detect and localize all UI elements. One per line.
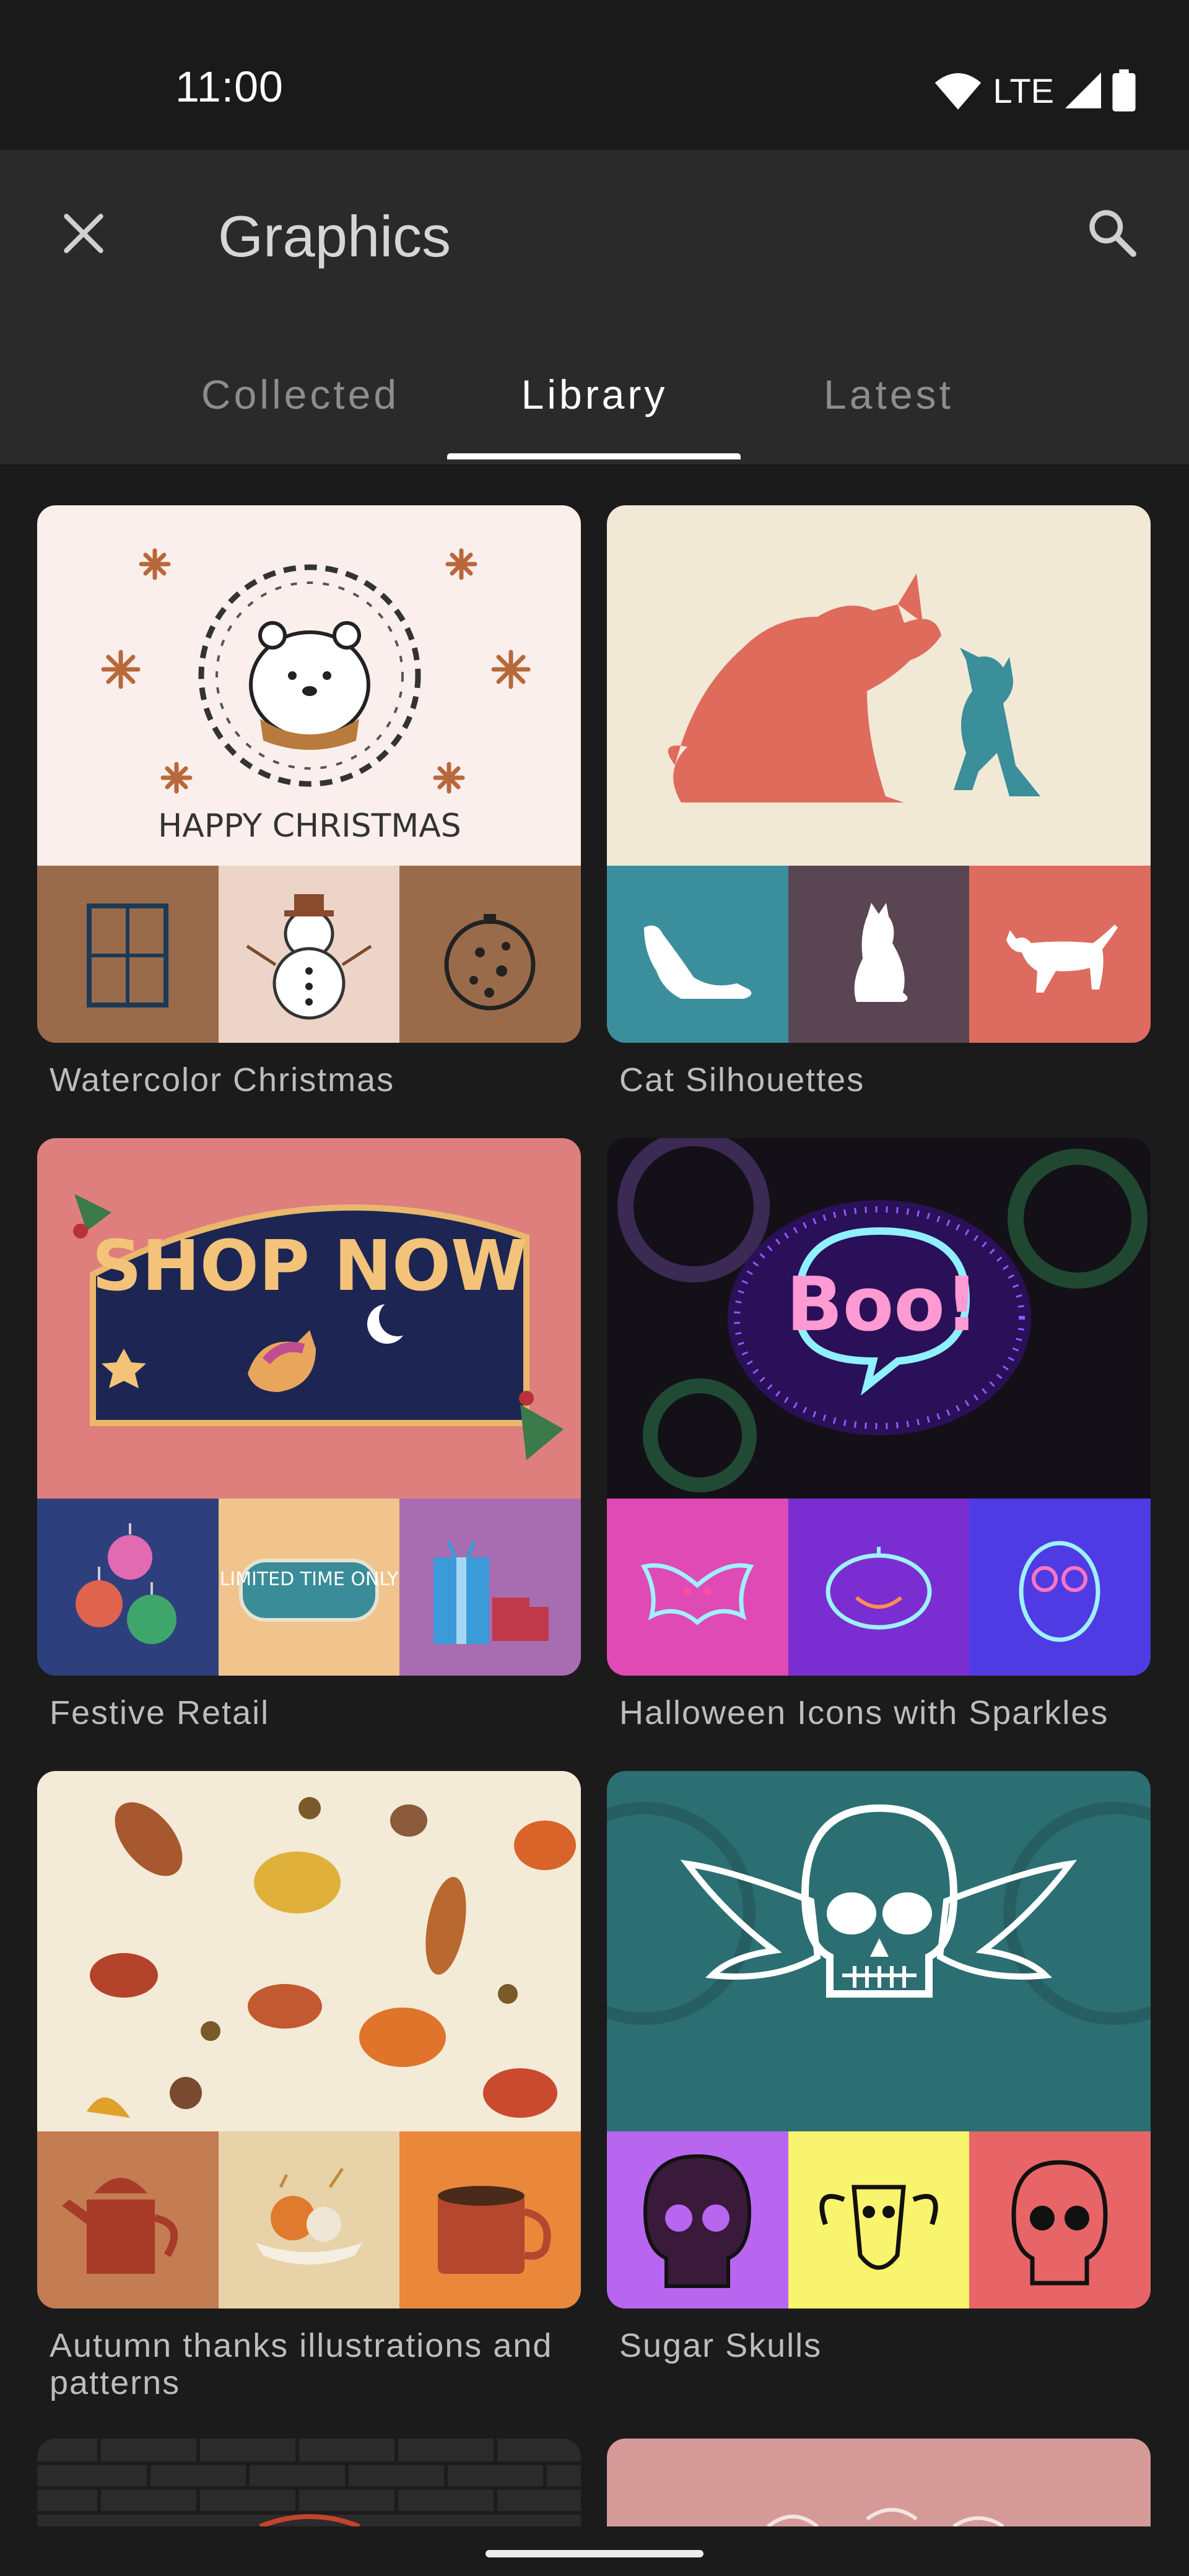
tab-latest[interactable]: Latest <box>740 354 1037 464</box>
thumbnail-strip <box>607 2131 1151 2308</box>
thumbnail-strip <box>37 866 581 1043</box>
tab-library[interactable]: Library <box>446 354 743 464</box>
close-button[interactable] <box>43 193 124 274</box>
card-artwork: Boo! <box>607 1138 1151 1676</box>
ornament-thumbnail <box>399 866 581 1043</box>
harvest-thumbnail <box>218 2131 400 2308</box>
card-artwork <box>607 1771 1151 2308</box>
card-title: Autumn thanks illustrations and patterns <box>50 2327 553 2401</box>
gift-thumbnail <box>399 1499 581 1676</box>
gesture-nav-handle[interactable] <box>486 2550 703 2557</box>
status-icons: LTE <box>934 69 1136 111</box>
search-icon <box>1086 206 1138 258</box>
network-type: LTE <box>993 71 1054 110</box>
status-bar: 11:00 LTE <box>0 0 1189 150</box>
card-title: Cat Silhouettes <box>619 1061 865 1099</box>
badge-text: LIMITED TIME ONLY <box>219 1569 399 1590</box>
card-title: Watercolor Christmas <box>50 1061 395 1099</box>
battery-icon <box>1112 69 1136 111</box>
card-artwork <box>607 505 1151 1043</box>
collection-card-cat-silhouettes[interactable]: Cat Silhouettes <box>607 505 1151 1099</box>
snowman-thumbnail <box>218 866 400 1043</box>
baubles-thumbnail <box>37 1499 219 1676</box>
card-artwork <box>37 1771 581 2308</box>
wifi-icon <box>934 71 982 110</box>
collection-card-watercolor-christmas[interactable]: HAPPY CHRISTMAS Watercolor Christmas <box>37 505 581 1099</box>
skull-thumbnail-1 <box>607 2131 788 2308</box>
owl-thumbnail <box>969 1499 1151 1676</box>
hero-image: Boo! <box>607 1138 1151 1499</box>
hero-caption: HAPPY CHRISTMAS <box>158 807 461 845</box>
stretching-cat-thumbnail <box>607 866 788 1043</box>
collection-card-partial-left[interactable] <box>37 2439 581 2526</box>
hero-image: SHOP NOW <box>37 1138 581 1499</box>
hero-caption: SHOP NOW <box>92 1226 527 1307</box>
limited-time-thumbnail: LIMITED TIME ONLY <box>218 1499 400 1676</box>
status-time: 11:00 <box>175 63 284 111</box>
collection-card-autumn-thanks[interactable]: Autumn thanks illustrations and patterns <box>37 1771 581 2401</box>
card-title: Festive Retail <box>50 1694 270 1731</box>
sitting-cat-thumbnail <box>788 866 970 1043</box>
app-bar: Graphics Collected Library Latest <box>0 150 1189 464</box>
card-title: Halloween Icons with Sparkles <box>619 1694 1109 1731</box>
bat-thumbnail <box>607 1499 788 1676</box>
close-icon <box>61 211 107 256</box>
collection-card-partial-right[interactable] <box>607 2439 1151 2526</box>
teapot-thumbnail <box>37 2131 219 2308</box>
thumbnail-strip <box>37 2131 581 2308</box>
search-button[interactable] <box>1071 192 1152 272</box>
pumpkin-thumbnail <box>788 1499 970 1676</box>
hero-image <box>607 1771 1151 2131</box>
mug-thumbnail <box>399 2131 581 2308</box>
hero-image <box>37 1771 581 2131</box>
tab-indicator <box>447 453 741 459</box>
card-title: Sugar Skulls <box>619 2327 822 2364</box>
hero-caption: Boo! <box>786 1262 978 1348</box>
card-artwork-partial <box>37 2439 581 2526</box>
card-artwork-partial <box>607 2439 1151 2526</box>
ram-skull-thumbnail <box>788 2131 970 2308</box>
thumbnail-strip <box>607 866 1151 1043</box>
page-title: Graphics <box>218 204 451 269</box>
tab-bar: Collected Library Latest <box>0 354 1189 464</box>
collection-card-sugar-skulls[interactable]: Sugar Skulls <box>607 1771 1151 2364</box>
collection-card-festive-retail[interactable]: SHOP NOW LIMITED TIME ONLY Festive Retai… <box>37 1138 581 1731</box>
card-artwork: HAPPY CHRISTMAS <box>37 505 581 1043</box>
hero-image <box>607 505 1151 866</box>
walking-cat-thumbnail <box>969 866 1151 1043</box>
present-thumbnail <box>37 866 219 1043</box>
thumbnail-strip <box>607 1499 1151 1676</box>
hero-image: HAPPY CHRISTMAS <box>37 505 581 866</box>
thumbnail-strip: LIMITED TIME ONLY <box>37 1499 581 1676</box>
collection-card-halloween-icons[interactable]: Boo! Halloween Icons with Sparkles <box>607 1138 1151 1731</box>
card-artwork: SHOP NOW LIMITED TIME ONLY <box>37 1138 581 1676</box>
tab-collected[interactable]: Collected <box>152 354 449 464</box>
cell-signal-icon <box>1065 72 1101 108</box>
skull-thumbnail-2 <box>969 2131 1151 2308</box>
